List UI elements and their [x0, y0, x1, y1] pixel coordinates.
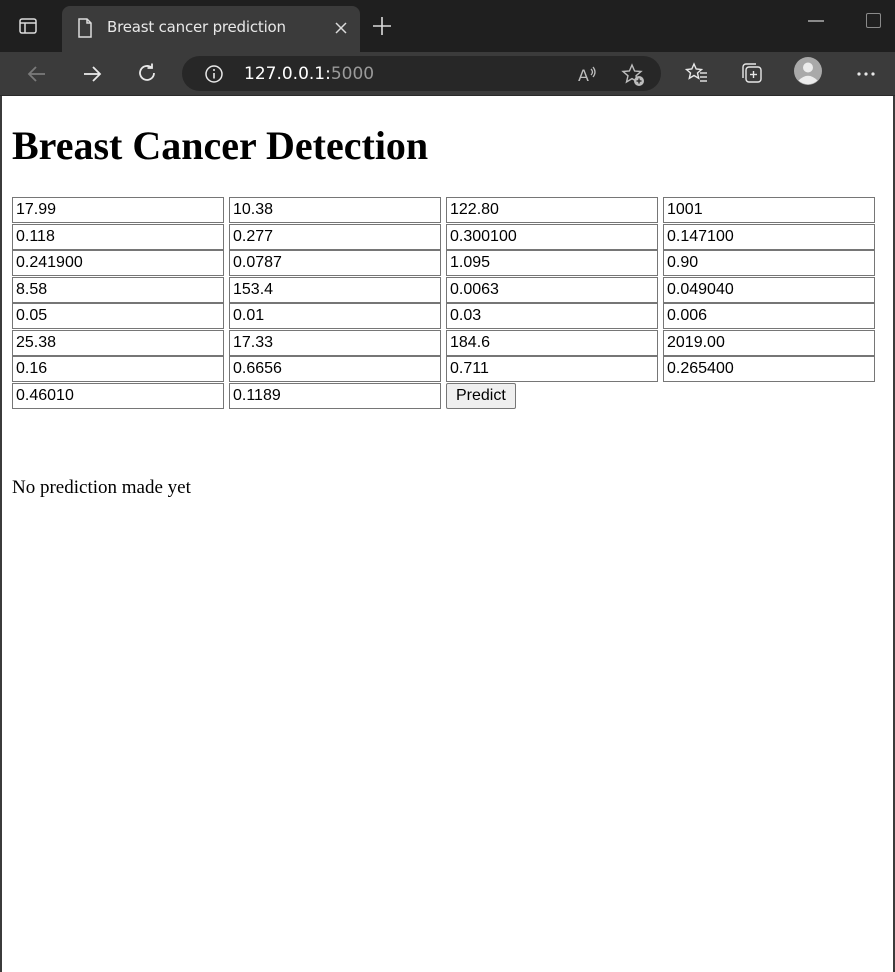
close-tab-icon[interactable]: [332, 19, 350, 37]
back-arrow-icon[interactable]: [25, 62, 49, 86]
prediction-form: Predict: [12, 197, 875, 409]
feature-input-17[interactable]: [12, 303, 224, 329]
feature-input-14[interactable]: [229, 276, 441, 303]
feature-input-28[interactable]: [663, 356, 875, 382]
document-icon: [78, 18, 92, 38]
feature-cell: [229, 250, 441, 277]
feature-input-11[interactable]: [446, 250, 658, 276]
feature-input-5[interactable]: [12, 223, 224, 250]
page-content: Breast Cancer Detection Predict: [2, 96, 893, 972]
collections-icon[interactable]: [740, 61, 764, 85]
feature-cell: [12, 250, 224, 277]
feature-input-24[interactable]: [663, 329, 875, 356]
site-info-icon[interactable]: [204, 64, 224, 84]
more-options-icon[interactable]: [854, 62, 878, 86]
feature-input-7[interactable]: [446, 223, 658, 250]
feature-cell: [229, 276, 441, 304]
feature-input-30[interactable]: [229, 382, 441, 409]
feature-input-19[interactable]: [446, 303, 658, 329]
read-aloud-icon[interactable]: A: [577, 63, 599, 85]
feature-input-22[interactable]: [229, 329, 441, 356]
svg-text:A: A: [578, 66, 589, 85]
feature-cell: [663, 197, 875, 224]
feature-cell: [446, 276, 658, 304]
url-host: 127.0.0.1:: [244, 64, 331, 84]
predict-cell: Predict: [446, 382, 658, 410]
refresh-icon[interactable]: [135, 61, 159, 85]
url-port: 5000: [330, 64, 375, 84]
feature-cell: [12, 356, 224, 383]
feature-input-25[interactable]: [12, 356, 224, 382]
predict-button[interactable]: Predict: [446, 382, 516, 409]
profile-avatar-icon[interactable]: [793, 56, 823, 86]
feature-cell: [446, 329, 658, 357]
feature-input-27[interactable]: [446, 356, 658, 382]
feature-input-13[interactable]: [12, 276, 224, 303]
feature-cell: [446, 356, 658, 383]
tab-title: Breast cancer prediction: [107, 18, 286, 36]
feature-cell: [12, 329, 224, 357]
new-tab-icon[interactable]: [371, 15, 393, 37]
feature-input-3[interactable]: [446, 197, 658, 223]
feature-cell: [12, 276, 224, 304]
favorites-icon[interactable]: [685, 61, 709, 85]
maximize-icon[interactable]: [866, 13, 881, 28]
feature-cell: [229, 382, 441, 410]
feature-cell: [229, 329, 441, 357]
feature-cell: [12, 382, 224, 410]
feature-input-4[interactable]: [663, 197, 875, 223]
feature-input-15[interactable]: [446, 276, 658, 303]
feature-cell: [663, 329, 875, 357]
address-bar[interactable]: 127.0.0.1:5000 A: [182, 56, 661, 91]
prediction-result-text: No prediction made yet: [12, 477, 191, 498]
feature-input-6[interactable]: [229, 223, 441, 250]
feature-cell: [663, 303, 875, 330]
feature-input-23[interactable]: [446, 329, 658, 356]
browser-tab-bar: Breast cancer prediction: [0, 0, 895, 52]
feature-cell: [446, 250, 658, 277]
url-text: 127.0.0.1:5000: [244, 64, 374, 84]
feature-input-16[interactable]: [663, 276, 875, 303]
feature-input-12[interactable]: [663, 250, 875, 276]
feature-cell: [663, 276, 875, 304]
active-tab[interactable]: Breast cancer prediction: [62, 6, 360, 52]
feature-cell: [229, 356, 441, 383]
minimize-icon[interactable]: [808, 20, 824, 22]
feature-input-10[interactable]: [229, 250, 441, 276]
sidebar-toggle-icon[interactable]: [18, 16, 38, 36]
feature-input-18[interactable]: [229, 303, 441, 329]
feature-cell: [663, 356, 875, 383]
feature-input-1[interactable]: [12, 197, 224, 223]
page-title: Breast Cancer Detection: [12, 123, 429, 168]
feature-cell: [229, 223, 441, 251]
feature-cell: [663, 223, 875, 251]
feature-cell: [446, 197, 658, 224]
feature-input-21[interactable]: [12, 329, 224, 356]
feature-input-2[interactable]: [229, 197, 441, 223]
feature-cell: [446, 303, 658, 330]
feature-input-9[interactable]: [12, 250, 224, 276]
feature-cell: [229, 197, 441, 224]
feature-input-26[interactable]: [229, 356, 441, 382]
add-favorite-icon[interactable]: [621, 63, 645, 87]
feature-cell: [446, 223, 658, 251]
feature-cell: [229, 303, 441, 330]
feature-cell: [663, 250, 875, 277]
forward-arrow-icon[interactable]: [80, 62, 104, 86]
feature-input-20[interactable]: [663, 303, 875, 329]
feature-input-8[interactable]: [663, 223, 875, 250]
feature-cell: [12, 303, 224, 330]
feature-cell: [12, 223, 224, 251]
feature-cell: [12, 197, 224, 224]
feature-input-29[interactable]: [12, 382, 224, 409]
browser-toolbar: 127.0.0.1:5000 A: [0, 52, 895, 96]
